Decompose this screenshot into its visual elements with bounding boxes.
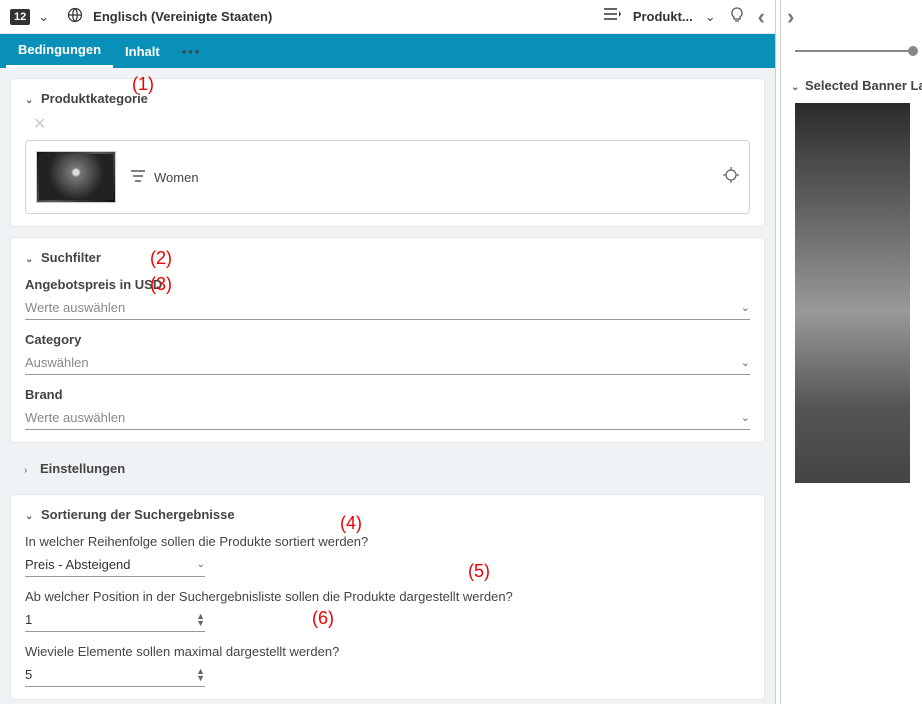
tab-bedingungen[interactable]: Bedingungen — [6, 34, 113, 68]
tab-inhalt[interactable]: Inhalt — [113, 34, 172, 68]
more-tabs-icon[interactable]: ••• — [172, 34, 212, 68]
angebotspreis-select[interactable]: Werte auswählen ⌄ — [25, 296, 750, 320]
category-card[interactable]: Women — [25, 140, 750, 214]
sort-order-select[interactable]: Preis - Absteigend ⌄ — [25, 553, 205, 577]
chevron-down-icon[interactable]: ⌄ — [38, 9, 49, 25]
chevron-down-icon: ⌄ — [197, 559, 205, 570]
chevron-down-icon[interactable]: ⌄ — [791, 82, 799, 90]
brand-label: Brand — [25, 387, 750, 402]
chevron-down-icon[interactable]: ⌄ — [25, 254, 33, 262]
chevron-left-icon[interactable]: ‹ — [758, 4, 765, 30]
panel-einstellungen[interactable]: › Einstellungen — [10, 453, 765, 484]
input-value: 5 — [25, 667, 32, 682]
globe-icon[interactable] — [67, 7, 83, 26]
stepper-icon[interactable]: ▲▼ — [196, 613, 205, 627]
category-thumbnail — [36, 151, 116, 203]
chevron-down-icon[interactable]: ⌄ — [705, 9, 716, 25]
banner-preview-image[interactable] — [795, 103, 910, 483]
tab-label: Bedingungen — [18, 42, 101, 57]
angebotspreis-label: Angebotspreis in USD — [25, 277, 750, 292]
zoom-slider[interactable] — [781, 34, 922, 68]
max-input[interactable]: 5 ▲▼ — [25, 663, 205, 687]
content-area: ⌄ Produktkategorie ✕ Women — [0, 68, 775, 704]
language-label[interactable]: Englisch (Vereinigte Staaten) — [93, 9, 272, 24]
chevron-down-icon: ⌄ — [741, 411, 750, 424]
chevron-down-icon: ⌄ — [741, 301, 750, 314]
section-title: Produktkategorie — [41, 91, 148, 106]
category-select[interactable]: Auswählen ⌄ — [25, 351, 750, 375]
close-icon[interactable]: ✕ — [33, 114, 750, 134]
panel-suchfilter: ⌄ Suchfilter Angebotspreis in USD Werte … — [10, 237, 765, 443]
section-title: Sortierung der Suchergebnisse — [41, 507, 235, 522]
input-value: 1 — [25, 612, 32, 627]
selected-banner-title: Selected Banner Layou — [805, 78, 922, 93]
produkt-label[interactable]: Produkt... — [633, 9, 693, 24]
section-title: Suchfilter — [41, 250, 101, 265]
select-placeholder: Auswählen — [25, 355, 89, 370]
select-placeholder: Werte auswählen — [25, 300, 125, 315]
section-title: Einstellungen — [40, 461, 125, 476]
badge-12: 12 — [10, 9, 30, 25]
select-value: Preis - Absteigend — [25, 557, 131, 572]
tab-label: Inhalt — [125, 44, 160, 59]
chevron-down-icon[interactable]: ⌄ — [25, 95, 33, 103]
panel-sortierung: ⌄ Sortierung der Suchergebnisse In welch… — [10, 494, 765, 700]
slider-thumb[interactable] — [908, 46, 918, 56]
top-bar: 12 ⌄ Englisch (Vereinigte Staaten) Produ… — [0, 0, 775, 34]
select-placeholder: Werte auswählen — [25, 410, 125, 425]
tab-bar: Bedingungen Inhalt ••• — [0, 34, 775, 68]
chevron-down-icon: ⌄ — [741, 356, 750, 369]
target-icon[interactable] — [723, 167, 739, 188]
position-input[interactable]: 1 ▲▼ — [25, 608, 205, 632]
chevron-right-icon: › — [24, 465, 32, 473]
brand-select[interactable]: Werte auswählen ⌄ — [25, 406, 750, 430]
sort-order-label: In welcher Reihenfolge sollen die Produk… — [25, 534, 750, 549]
right-panel: › ⌄ Selected Banner Layou — [781, 0, 922, 704]
stepper-icon[interactable]: ▲▼ — [196, 668, 205, 682]
lightbulb-icon[interactable] — [728, 6, 746, 27]
filter-icon — [130, 169, 146, 185]
chevron-right-icon[interactable]: › — [787, 4, 794, 30]
category-name: Women — [154, 170, 199, 185]
category-label: Category — [25, 332, 750, 347]
position-label: Ab welcher Position in der Suchergebnisl… — [25, 589, 750, 604]
panel-produktkategorie: ⌄ Produktkategorie ✕ Women — [10, 78, 765, 227]
chevron-down-icon[interactable]: ⌄ — [25, 511, 33, 519]
list-icon[interactable] — [603, 7, 621, 26]
max-label: Wieviele Elemente sollen maximal dargest… — [25, 644, 750, 659]
